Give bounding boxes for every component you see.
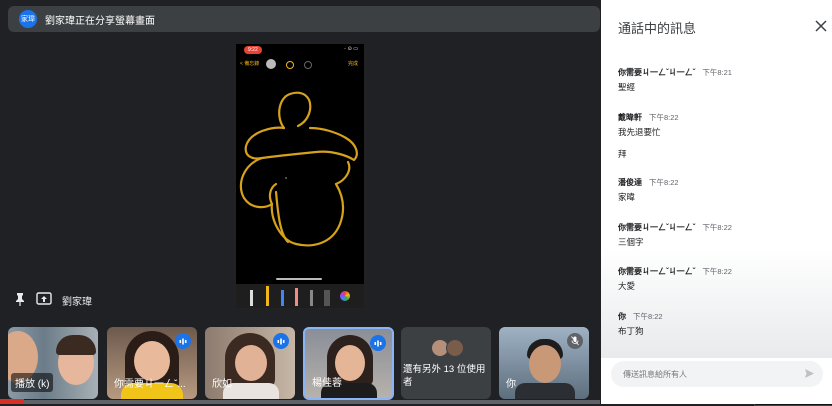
mic-off-icon	[567, 333, 583, 349]
message-text: 聖經	[618, 82, 636, 92]
participant-tile[interactable]: 你需要ㄐ一ㄥˇ...	[107, 327, 197, 399]
chat-fade-overlay	[601, 248, 832, 358]
message-time: 下午8:22	[702, 267, 732, 276]
phone-markup-tools	[236, 284, 364, 308]
message-sender: 你需要ㄐ一ㄥˇㄐ一ㄥˇ	[618, 267, 696, 276]
speaking-indicator-icon	[273, 333, 289, 349]
more-participants-tile[interactable]: 還有另外 13 位使用者	[401, 327, 491, 399]
chat-message: 你需要ㄐ一ㄥˇㄐ一ㄥˇ 下午8:22 三個字	[618, 222, 732, 248]
progress-played	[0, 399, 24, 404]
participant-tile[interactable]: 欣如	[205, 327, 295, 399]
pen-tool-icon	[250, 290, 253, 306]
present-screen-icon[interactable]	[36, 292, 52, 305]
participant-photo	[529, 345, 561, 383]
more-participants-label: 還有另外 13 位使用者	[403, 364, 486, 388]
phone-back-label: < 備忘錄	[240, 61, 260, 67]
participant-photo	[235, 345, 267, 381]
send-icon[interactable]	[804, 368, 815, 379]
video-progress-bar[interactable]	[24, 400, 600, 404]
shared-screen-stage: 9:22 ∙∙ ⊙ ▭ < 備忘錄 完成	[0, 34, 600, 324]
message-time: 下午8:22	[702, 223, 732, 232]
phone-undo-icon	[286, 61, 294, 69]
lasso-tool-icon	[310, 290, 313, 306]
chat-panel-title: 通話中的訊息	[618, 21, 697, 36]
message-text: 家暐	[618, 192, 636, 202]
speaking-indicator-icon	[175, 333, 191, 349]
message-text: 布丁狗	[618, 326, 644, 336]
message-time: 下午8:22	[649, 178, 679, 187]
participant-avatar	[446, 339, 464, 357]
message-text: 三個字	[618, 237, 644, 247]
participant-name: 你	[506, 379, 516, 390]
play-tooltip: 播放 (k)	[11, 373, 54, 392]
participant-tile[interactable]: 播放 (k)	[8, 327, 98, 399]
message-sender: 潘俊達	[618, 178, 642, 187]
chat-message: 你需要ㄐ一ㄥˇㄐ一ㄥˇ 下午8:21 聖經	[618, 67, 732, 93]
participant-photo	[56, 335, 96, 355]
participant-name: 欣如	[212, 379, 232, 390]
message-time: 下午8:22	[649, 113, 679, 122]
phone-redo-icon	[304, 61, 312, 69]
message-sender: 你	[618, 312, 626, 321]
message-text: 拜	[618, 149, 627, 159]
eraser-tool-icon	[295, 288, 298, 306]
message-sender: 你需要ㄐ一ㄥˇㄐ一ㄥˇ	[618, 223, 696, 232]
message-time: 下午8:22	[633, 312, 663, 321]
message-text: 我先退要忙	[618, 127, 661, 137]
participant-name: 楊佳蓉	[312, 378, 342, 389]
screen-share-text: 劉家瑋正在分享螢幕畫面	[45, 15, 155, 27]
phone-status-bar: 9:22 ∙∙ ⊙ ▭	[236, 44, 364, 56]
chat-compose-box	[611, 361, 823, 387]
chat-panel: 通話中的訊息 你需要ㄐ一ㄥˇㄐ一ㄥˇ 下午8:21 聖經 戴暐軒 下午8:22 我先…	[601, 0, 832, 404]
message-sender: 戴暐軒	[618, 113, 642, 122]
marker-tool-icon	[266, 286, 269, 306]
speaking-indicator-icon	[370, 335, 386, 351]
chat-message: 戴暐軒 下午8:22 我先退要忙 拜	[618, 112, 679, 160]
chat-message: 你下午8:22 布丁狗	[618, 311, 663, 337]
phone-notes-toolbar: < 備忘錄 完成	[236, 58, 364, 72]
sketch-drawing	[239, 91, 358, 247]
presenter-name: 劉家瑋	[62, 297, 92, 308]
close-icon[interactable]	[815, 20, 827, 32]
phone-home-indicator	[276, 278, 322, 280]
shared-phone-screen: 9:22 ∙∙ ⊙ ▭ < 備忘錄 完成	[235, 43, 365, 309]
self-tile[interactable]: 你	[499, 327, 589, 399]
presenter-avatar: 家瑋	[19, 10, 37, 28]
chat-message-input[interactable]	[621, 361, 795, 387]
participant-photo	[515, 383, 575, 399]
phone-avatar-icon	[266, 59, 276, 69]
phone-signal-icons: ∙∙ ⊙ ▭	[343, 46, 358, 52]
pin-icon[interactable]	[14, 292, 26, 306]
participant-tile[interactable]: 楊佳蓉	[303, 327, 394, 400]
phone-time: 9:22	[244, 46, 262, 54]
pencil-tool-icon	[281, 290, 284, 306]
phone-done-label: 完成	[347, 61, 358, 67]
message-time: 下午8:21	[702, 68, 732, 77]
message-text: 大愛	[618, 281, 636, 291]
color-picker-icon	[340, 291, 350, 301]
participant-name: 你需要ㄐ一ㄥˇ...	[114, 379, 186, 390]
screen-share-banner: 家瑋 劉家瑋正在分享螢幕畫面	[8, 6, 600, 32]
ruler-tool-icon	[324, 290, 330, 306]
chat-message: 你需要ㄐ一ㄥˇㄐ一ㄥˇ 下午8:22 大愛	[618, 266, 732, 292]
message-sender: 你需要ㄐ一ㄥˇㄐ一ㄥˇ	[618, 68, 696, 77]
chat-message: 潘俊達 下午8:22 家暐	[618, 177, 679, 203]
